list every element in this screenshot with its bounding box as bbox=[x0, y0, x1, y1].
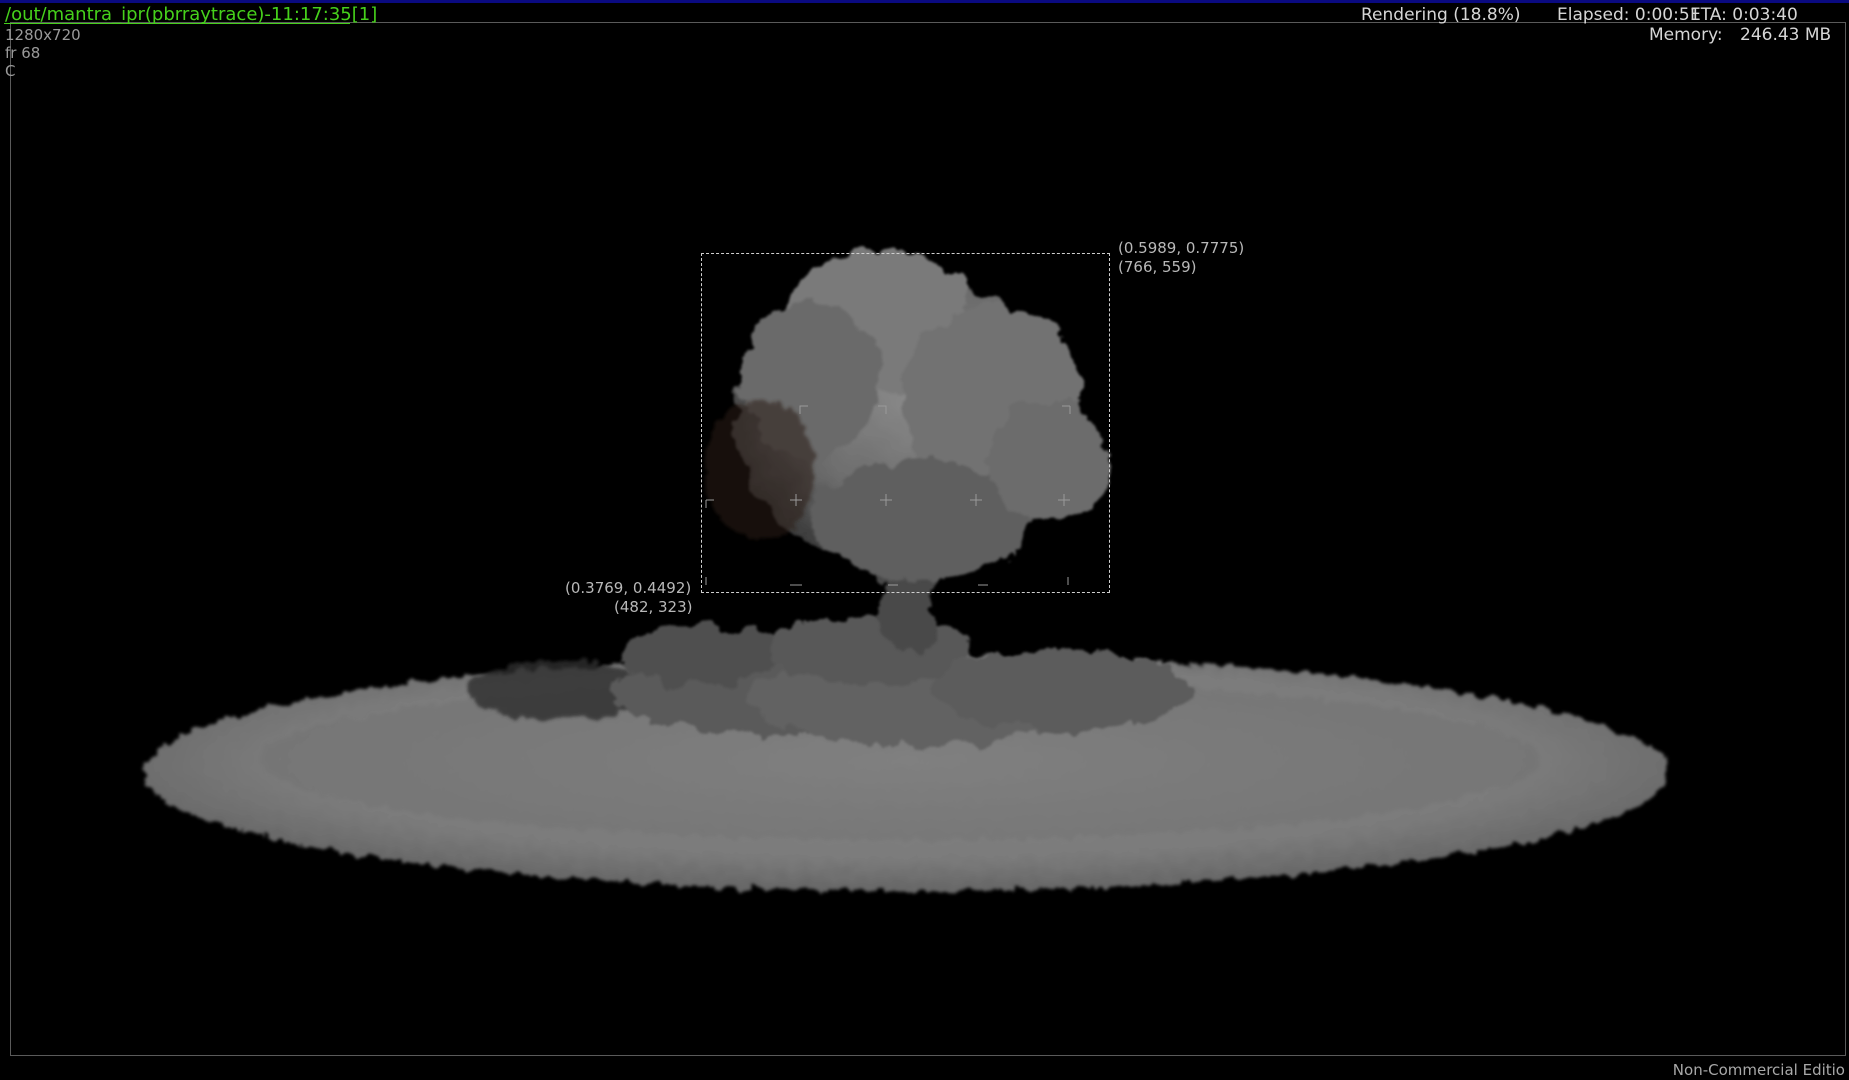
render-status: Rendering (18.8%) bbox=[1361, 5, 1521, 25]
render-title: /out/mantra_ipr(pbrraytrace)-11:17:35[1] bbox=[5, 4, 378, 25]
license-label: Non-Commercial Editio bbox=[1672, 1061, 1845, 1079]
render-region-box[interactable] bbox=[701, 253, 1110, 593]
eta-time: ETA: 0:03:40 bbox=[1690, 5, 1798, 25]
region-lower-left-uv: (0.3769, 0.4492) bbox=[565, 579, 692, 597]
frame-label: fr 68 bbox=[5, 44, 41, 62]
region-upper-right-uv: (0.5989, 0.7775) bbox=[1118, 239, 1245, 257]
channel-label: C bbox=[5, 62, 16, 80]
memory-value: 246.43 MB bbox=[1740, 25, 1832, 45]
resolution-label: 1280x720 bbox=[5, 26, 81, 44]
region-upper-right-px: (766, 559) bbox=[1118, 258, 1197, 276]
elapsed-time: Elapsed: 0:00:51 bbox=[1557, 5, 1701, 25]
title-underline bbox=[4, 23, 350, 24]
render-viewer[interactable]: /out/mantra_ipr(pbrraytrace)-11:17:35[1]… bbox=[0, 0, 1849, 1080]
region-lower-left-px: (482, 323) bbox=[614, 598, 693, 616]
memory-label: Memory: bbox=[1649, 25, 1723, 45]
